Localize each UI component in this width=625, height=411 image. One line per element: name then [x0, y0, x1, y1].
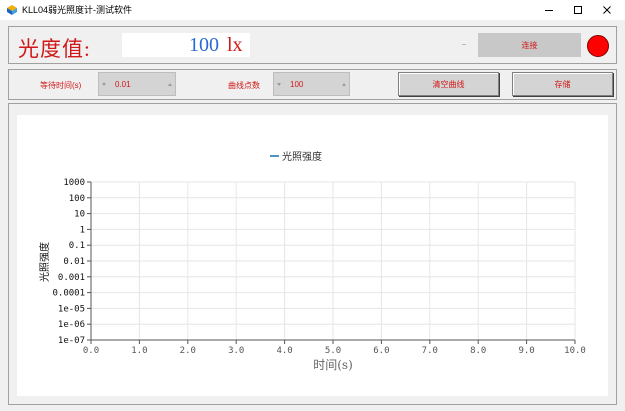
- y-tick-label: 1000: [63, 178, 85, 188]
- y-tick-label: 0.01: [63, 257, 85, 267]
- x-tick-label: 5.0: [325, 346, 341, 356]
- y-tick-label: 0.1: [69, 241, 85, 251]
- y-axis-label: 光照强度: [38, 242, 51, 282]
- light-intensity-chart: 0.0 1.0 2.0 3.0 4.0 5.0 6.0 7.0 8.0 9.0 10.0 1e-07 1…: [38, 150, 586, 372]
- y-tick-label: 1e-05: [58, 304, 85, 314]
- y-tick-label: 0.0001: [52, 289, 85, 299]
- x-tick-label: 1.0: [131, 346, 147, 356]
- x-tick-label: 2.0: [180, 346, 196, 356]
- x-tick-label: 3.0: [228, 346, 244, 356]
- x-tick-label: 6.0: [373, 346, 389, 356]
- y-tick-label: 0.001: [58, 273, 85, 283]
- x-axis-label: 时间(s): [313, 358, 353, 372]
- y-tick-label: 100: [69, 194, 85, 204]
- y-tick-label: 10: [74, 210, 85, 220]
- legend-label: 光照强度: [282, 150, 322, 163]
- y-tick-label: 1e-06: [58, 320, 85, 330]
- x-tick-label: 4.0: [276, 346, 292, 356]
- x-tick-label: 0.0: [83, 346, 99, 356]
- y-tick-label: 1e-07: [58, 336, 85, 346]
- x-tick-label: 8.0: [470, 346, 486, 356]
- y-tick-label: 1: [80, 225, 85, 235]
- x-tick-label: 10.0: [564, 346, 586, 356]
- x-tick-label: 9.0: [518, 346, 534, 356]
- x-tick-label: 7.0: [422, 346, 438, 356]
